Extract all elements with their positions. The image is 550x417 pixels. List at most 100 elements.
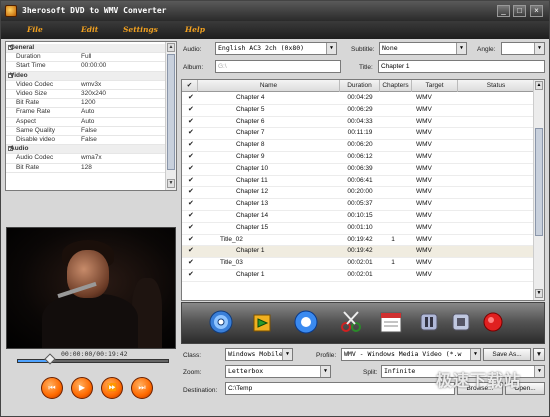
property-category[interactable]: − Video	[6, 71, 166, 81]
row-checkbox[interactable]: ✔	[188, 271, 195, 279]
row-checkbox[interactable]: ✔	[188, 141, 195, 149]
header-chapters[interactable]: Chapters	[380, 80, 412, 92]
cut-icon[interactable]	[338, 309, 364, 335]
property-value[interactable]: 1200	[81, 99, 95, 106]
table-row[interactable]: ✔ Chapter 9 00:06:12 WMV	[182, 152, 534, 164]
previous-button[interactable]: ⏮	[41, 377, 63, 399]
property-row[interactable]: Video Codec wmv3x	[6, 81, 166, 90]
row-checkbox[interactable]: ✔	[188, 129, 195, 137]
chevron-down-icon[interactable]: ▼	[320, 366, 330, 377]
property-row[interactable]: Disable video False	[6, 136, 166, 146]
property-value[interactable]: False	[81, 136, 97, 143]
row-checkbox[interactable]: ✔	[188, 177, 195, 185]
scroll-up-icon[interactable]: ▲	[535, 81, 543, 90]
property-row[interactable]: Bit Rate 1200	[6, 99, 166, 109]
row-checkbox[interactable]: ✔	[188, 200, 195, 208]
destination-field[interactable]: C:\Temp	[225, 382, 455, 395]
row-checkbox[interactable]: ✔	[188, 188, 195, 196]
header-duration[interactable]: Duration	[340, 80, 380, 92]
scroll-thumb[interactable]	[167, 54, 175, 170]
table-row[interactable]: ✔ Chapter 7 00:11:19 WMV	[182, 128, 534, 141]
row-checkbox[interactable]: ✔	[188, 259, 195, 267]
property-value[interactable]: Auto	[81, 118, 94, 125]
table-row[interactable]: ✔ Chapter 1 00:19:42 WMV	[182, 246, 534, 259]
row-checkbox[interactable]: ✔	[188, 94, 195, 102]
property-row[interactable]: Same Quality False	[6, 127, 166, 136]
stop-icon[interactable]	[448, 309, 474, 335]
properties-scrollbar[interactable]: ▲ ▼	[165, 42, 176, 190]
row-checkbox[interactable]: ✔	[188, 224, 195, 232]
property-row[interactable]: Aspect Auto	[6, 118, 166, 127]
angle-select[interactable]: ▼	[501, 42, 545, 55]
property-value[interactable]: Auto	[81, 108, 94, 115]
property-value[interactable]: 320x240	[81, 90, 106, 97]
dvd-disc-icon[interactable]	[208, 309, 234, 335]
menu-file[interactable]: File	[27, 25, 43, 34]
chevron-down-icon[interactable]: ▼	[456, 43, 466, 54]
subtitle-select[interactable]: None ▼	[379, 42, 467, 55]
maximize-button[interactable]: □	[513, 5, 526, 17]
property-row[interactable]: Duration Full	[6, 53, 166, 63]
table-row[interactable]: ✔ Chapter 11 00:06:41 WMV	[182, 176, 534, 188]
close-button[interactable]: ×	[530, 5, 543, 17]
table-row[interactable]: ✔ Title_03 00:02:01 1 WMV	[182, 258, 534, 270]
property-row[interactable]: Audio Codec wma7x	[6, 154, 166, 164]
zoom-select[interactable]: Letterbox ▼	[225, 365, 331, 378]
property-value[interactable]: False	[81, 127, 97, 134]
menu-settings[interactable]: Settings	[123, 25, 158, 34]
save-as-button[interactable]: Save As...	[483, 348, 531, 361]
row-checkbox[interactable]: ✔	[188, 153, 195, 161]
property-value[interactable]: 128	[81, 164, 92, 171]
property-value[interactable]: Full	[81, 53, 91, 60]
table-row[interactable]: ✔ Chapter 13 00:05:37 WMV	[182, 199, 534, 211]
chevron-down-icon[interactable]: ▼	[534, 366, 544, 377]
row-checkbox[interactable]: ✔	[188, 165, 195, 173]
next-button[interactable]: ⏭	[131, 377, 153, 399]
header-target[interactable]: Target	[412, 80, 458, 92]
table-row[interactable]: ✔ Chapter 4 00:04:29 WMV	[182, 93, 534, 105]
table-row[interactable]: ✔ Chapter 1 00:02:01 WMV	[182, 270, 534, 282]
record-icon[interactable]	[480, 309, 506, 335]
property-category[interactable]: − Audio	[6, 145, 166, 155]
minimize-button[interactable]: _	[497, 5, 510, 17]
chevron-down-icon[interactable]: ▼	[534, 43, 544, 54]
table-row[interactable]: ✔ Chapter 14 00:10:15 WMV	[182, 211, 534, 223]
property-value[interactable]: 00:00:00	[81, 62, 106, 69]
property-row[interactable]: Bit Rate 128	[6, 164, 166, 173]
audio-select[interactable]: English AC3 2ch (0x80) ▼	[215, 42, 337, 55]
table-row[interactable]: ✔ Chapter 6 00:04:33 WMV	[182, 117, 534, 129]
menu-help[interactable]: Help	[185, 25, 205, 34]
table-row[interactable]: ✔ Chapter 12 00:20:00 WMV	[182, 187, 534, 200]
album-field[interactable]: G:\	[215, 60, 341, 73]
pause-icon[interactable]	[416, 309, 442, 335]
property-value[interactable]: wmv3x	[81, 81, 101, 88]
table-row[interactable]: ✔ Chapter 8 00:06:20 WMV	[182, 140, 534, 152]
property-row[interactable]: Frame Rate Auto	[6, 108, 166, 118]
table-row[interactable]: ✔ Chapter 10 00:06:39 WMV	[182, 164, 534, 176]
property-value[interactable]: wma7x	[81, 154, 102, 161]
chevron-down-icon[interactable]: ▼	[282, 349, 292, 360]
row-checkbox[interactable]: ✔	[188, 212, 195, 220]
scroll-down-icon[interactable]: ▼	[535, 289, 543, 298]
seek-slider[interactable]	[17, 359, 169, 363]
scroll-down-icon[interactable]: ▼	[167, 179, 175, 188]
chevron-down-icon[interactable]: ▼	[470, 349, 480, 360]
property-category[interactable]: − General	[6, 44, 166, 54]
import-arrow-icon[interactable]	[250, 309, 276, 335]
scroll-up-icon[interactable]: ▲	[167, 43, 175, 52]
table-row[interactable]: ✔ Title_02 00:19:42 1 WMV	[182, 235, 534, 247]
scroll-thumb[interactable]	[535, 128, 543, 236]
header-check[interactable]: ✔	[182, 80, 198, 92]
title-field[interactable]: Chapter 1	[378, 60, 545, 73]
property-row[interactable]: Video Size 320x240	[6, 90, 166, 100]
row-checkbox[interactable]: ✔	[188, 118, 195, 126]
row-checkbox[interactable]: ✔	[188, 106, 195, 114]
chevron-down-icon[interactable]: ▼	[326, 43, 336, 54]
next-frame-button[interactable]: ⏩	[101, 377, 123, 399]
class-select[interactable]: Windows Mobile ▼	[225, 348, 293, 361]
profile-select[interactable]: WMV - Windows Media Video (*.w ▼	[341, 348, 481, 361]
row-checkbox[interactable]: ✔	[188, 247, 195, 255]
info-circle-icon[interactable]	[293, 309, 319, 335]
header-status[interactable]: Status	[458, 80, 534, 92]
play-button[interactable]: ▶	[71, 377, 93, 399]
